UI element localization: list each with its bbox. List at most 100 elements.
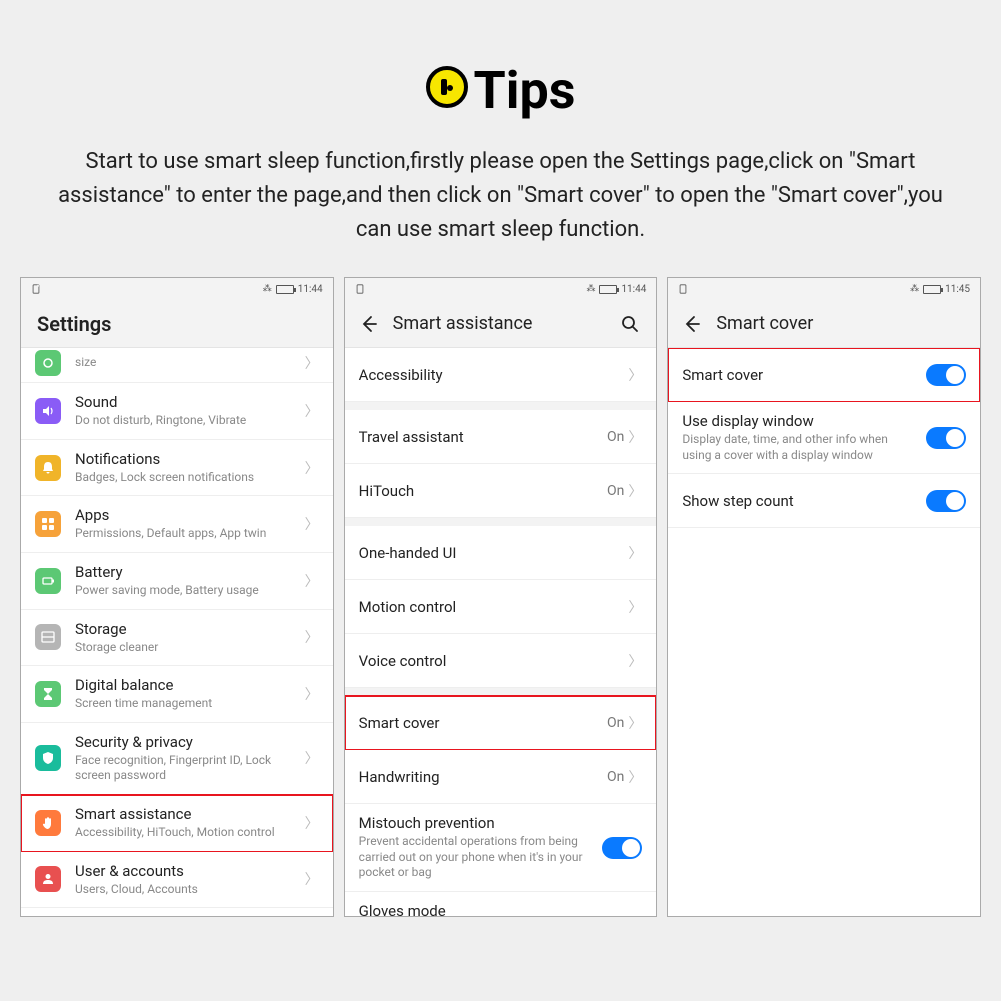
item-subtitle: Do not disturb, Ringtone, Vibrate bbox=[75, 413, 305, 429]
item-value: On bbox=[607, 483, 624, 499]
item-label: Handwriting bbox=[359, 768, 607, 786]
item-label: Apps bbox=[75, 506, 305, 524]
settings-item-user-accounts[interactable]: User & accounts Users, Cloud, Accounts 〉 bbox=[21, 852, 333, 909]
chevron-right-icon: 〉 bbox=[628, 427, 642, 447]
item-label: Storage bbox=[75, 620, 305, 638]
item-subtitle: Display date, time, and other info when … bbox=[682, 432, 918, 463]
hand-icon bbox=[35, 810, 61, 836]
chevron-right-icon: 〉 bbox=[305, 748, 319, 768]
settings-item-notifications[interactable]: Notifications Badges, Lock screen notific… bbox=[21, 440, 333, 497]
item-subtitle: Badges, Lock screen notifications bbox=[75, 470, 305, 486]
sim-icon bbox=[678, 284, 688, 294]
item-hitouch[interactable]: HiTouchOn〉 bbox=[345, 464, 657, 518]
header: Smart cover bbox=[668, 300, 980, 348]
battery-icon bbox=[276, 285, 294, 294]
item-use-display-window[interactable]: Use display window Display date, time, an… bbox=[668, 402, 980, 474]
item-label: Accessibility bbox=[359, 366, 629, 384]
item-label: Smart assistance bbox=[75, 805, 305, 823]
item-label: Show step count bbox=[682, 492, 918, 510]
page-title: Smart cover bbox=[716, 313, 966, 334]
item-smart-cover-toggle[interactable]: Smart cover bbox=[668, 348, 980, 402]
chevron-right-icon: 〉 bbox=[305, 353, 319, 373]
item-voice-control[interactable]: Voice control〉 bbox=[345, 634, 657, 688]
header: Smart assistance bbox=[345, 300, 657, 348]
bluetooth-icon: ⁂ bbox=[263, 284, 272, 294]
toggle-switch[interactable] bbox=[926, 490, 966, 512]
shield-icon bbox=[35, 745, 61, 771]
item-one-handed-ui[interactable]: One-handed UI〉 bbox=[345, 526, 657, 580]
chevron-right-icon: 〉 bbox=[305, 401, 319, 421]
section-gap bbox=[345, 518, 657, 526]
item-label: Mistouch prevention bbox=[359, 814, 595, 832]
settings-item-storage[interactable]: Storage Storage cleaner 〉 bbox=[21, 610, 333, 667]
sim-icon bbox=[355, 284, 365, 294]
toggle-switch[interactable] bbox=[926, 364, 966, 386]
chevron-right-icon: 〉 bbox=[305, 627, 319, 647]
item-label: User & accounts bbox=[75, 862, 305, 880]
settings-item-partial[interactable]: size 〉 bbox=[21, 348, 333, 383]
screen-smart-cover: ⁂11:45 Smart cover Smart cover Use displ… bbox=[667, 277, 981, 917]
item-label: HiTouch bbox=[359, 482, 607, 500]
item-label: Use display window bbox=[682, 412, 918, 430]
page-title: Smart assistance bbox=[393, 313, 609, 334]
item-travel-assistant[interactable]: Travel assistantOn〉 bbox=[345, 410, 657, 464]
tips-body: Start to use smart sleep function,firstl… bbox=[41, 145, 961, 247]
back-button[interactable] bbox=[682, 314, 704, 334]
battery-icon bbox=[599, 285, 617, 294]
item-value: On bbox=[607, 429, 624, 445]
item-label: Notifications bbox=[75, 450, 305, 468]
chevron-right-icon: 〉 bbox=[628, 767, 642, 787]
item-motion-control[interactable]: Motion control〉 bbox=[345, 580, 657, 634]
item-label: Digital balance bbox=[75, 676, 305, 694]
item-label: Security & privacy bbox=[75, 733, 305, 751]
settings-item-security[interactable]: Security & privacy Face recognition, Fing… bbox=[21, 723, 333, 795]
item-show-step-count[interactable]: Show step count bbox=[668, 474, 980, 528]
status-bar: ⁂ 11:44 bbox=[345, 278, 657, 300]
bluetooth-icon: ⁂ bbox=[586, 284, 595, 294]
status-time: 11:44 bbox=[621, 284, 646, 295]
item-label: One-handed UI bbox=[359, 544, 629, 562]
section-gap bbox=[345, 688, 657, 696]
battery-icon bbox=[923, 285, 941, 294]
settings-item-digital-balance[interactable]: Digital balanceScreen time management 〉 bbox=[21, 666, 333, 723]
item-smart-cover[interactable]: Smart coverOn〉 bbox=[345, 696, 657, 750]
chevron-right-icon: 〉 bbox=[628, 481, 642, 501]
section-gap bbox=[345, 402, 657, 410]
settings-item-sound[interactable]: SoundDo not disturb, Ringtone, Vibrate 〉 bbox=[21, 383, 333, 440]
item-subtitle: size bbox=[75, 355, 305, 371]
item-value: On bbox=[607, 715, 624, 731]
chevron-right-icon: 〉 bbox=[628, 713, 642, 733]
item-label: Gloves mode bbox=[359, 902, 595, 916]
back-button[interactable] bbox=[359, 314, 381, 334]
screen-settings: ⁂ 11:44 Settings size 〉 SoundDo not dist… bbox=[20, 277, 334, 917]
settings-item-apps[interactable]: AppsPermissions, Default apps, App twin … bbox=[21, 496, 333, 553]
item-label: Smart cover bbox=[359, 714, 607, 732]
item-subtitle: Face recognition, Fingerprint ID, Lock s… bbox=[75, 753, 305, 784]
chevron-right-icon: 〉 bbox=[305, 571, 319, 591]
item-gloves-mode[interactable]: Gloves modeAfter enabling this mode, swi… bbox=[345, 892, 657, 916]
status-bar: ⁂11:45 bbox=[668, 278, 980, 300]
settings-item-smart-assistance[interactable]: Smart assistanceAccessibility, HiTouch, … bbox=[21, 795, 333, 852]
battery-icon bbox=[35, 568, 61, 594]
page-title: Settings bbox=[37, 312, 319, 336]
tips-header: Tips bbox=[20, 60, 981, 121]
display-icon bbox=[35, 350, 61, 376]
chevron-right-icon: 〉 bbox=[628, 597, 642, 617]
item-mistouch-prevention[interactable]: Mistouch prevention Prevent accidental op… bbox=[345, 804, 657, 892]
item-subtitle: Storage cleaner bbox=[75, 640, 305, 656]
item-subtitle: Prevent accidental operations from being… bbox=[359, 834, 595, 881]
item-handwriting[interactable]: HandwritingOn〉 bbox=[345, 750, 657, 804]
user-icon bbox=[35, 866, 61, 892]
item-subtitle: Users, Cloud, Accounts bbox=[75, 882, 305, 898]
header: Settings bbox=[21, 300, 333, 348]
settings-item-google[interactable]: G GoogleGoogle services 〉 bbox=[21, 908, 333, 916]
toggle-switch[interactable] bbox=[602, 837, 642, 859]
sound-icon bbox=[35, 398, 61, 424]
chevron-right-icon: 〉 bbox=[305, 869, 319, 889]
settings-item-battery[interactable]: BatteryPower saving mode, Battery usage … bbox=[21, 553, 333, 610]
toggle-switch[interactable] bbox=[926, 427, 966, 449]
item-accessibility[interactable]: Accessibility〉 bbox=[345, 348, 657, 402]
status-bar: ⁂ 11:44 bbox=[21, 278, 333, 300]
search-button[interactable] bbox=[620, 314, 642, 334]
hourglass-icon bbox=[35, 681, 61, 707]
